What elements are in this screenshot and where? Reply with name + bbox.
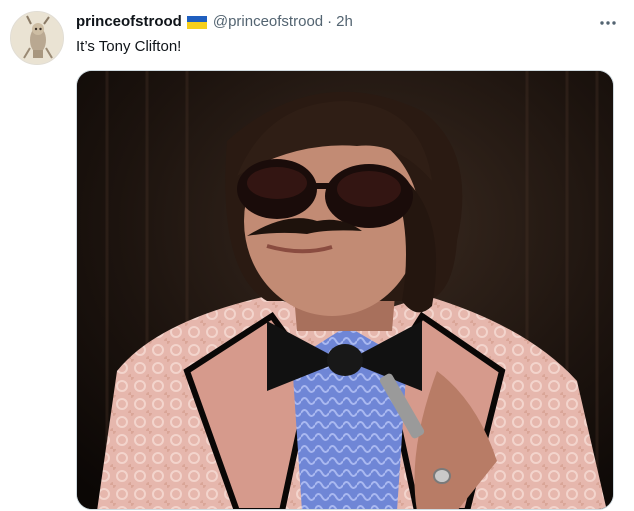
separator-dot: · bbox=[327, 13, 333, 30]
avatar-image bbox=[11, 12, 63, 64]
photo-man-in-sunglasses bbox=[77, 71, 613, 509]
tweet-text: It’s Tony Clifton! bbox=[76, 38, 182, 55]
display-name[interactable]: princeofstrood bbox=[76, 11, 182, 33]
tweet-header: princeofstrood @princeofstrood · 2h bbox=[76, 11, 594, 33]
timestamp[interactable]: 2h bbox=[336, 11, 353, 33]
avatar[interactable] bbox=[10, 11, 64, 65]
tweet[interactable]: princeofstrood @princeofstrood · 2h It’s… bbox=[0, 0, 634, 511]
tweet-media-image[interactable] bbox=[76, 70, 614, 510]
ukraine-flag-icon bbox=[186, 15, 207, 29]
handle[interactable]: @princeofstrood bbox=[213, 11, 323, 33]
more-options-icon[interactable] bbox=[598, 13, 618, 33]
